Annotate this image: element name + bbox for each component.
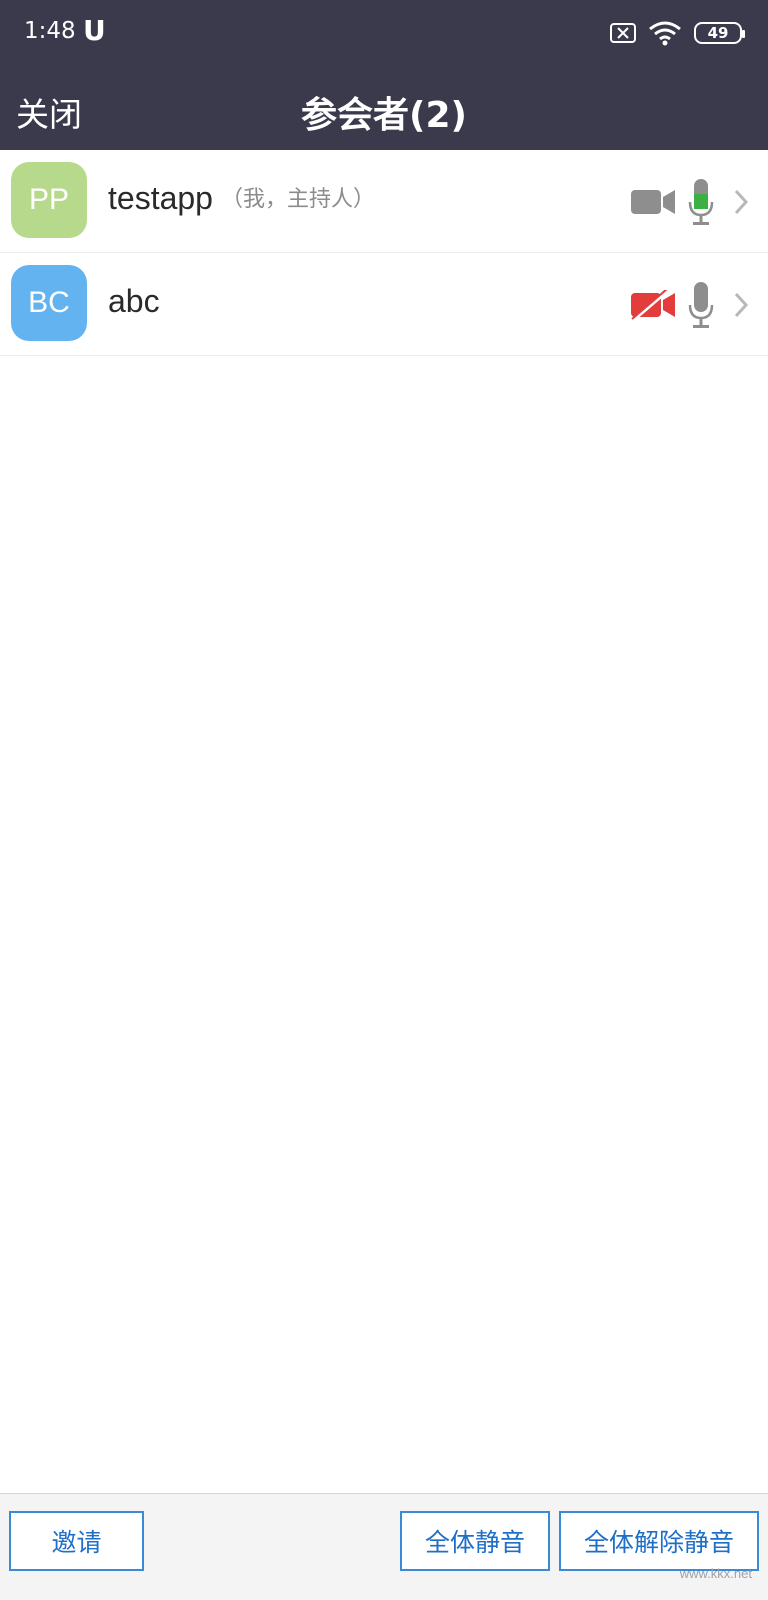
page-title: 参会者(2) [301, 95, 467, 136]
participant-status-icons [630, 178, 750, 226]
status-icons: 49 [610, 20, 745, 46]
avatar-initials: BC [28, 286, 70, 319]
participant-name: testapp （我，主持人） [108, 180, 375, 217]
wifi-icon [649, 21, 681, 46]
participant-role: （我，主持人） [220, 187, 375, 212]
participant-name-text: abc [108, 283, 160, 319]
microphone-icon[interactable] [688, 178, 714, 226]
status-time: 1:48 [24, 18, 76, 44]
avatar: BC [11, 265, 87, 341]
participant-status-icons [630, 281, 750, 329]
chevron-right-icon[interactable] [732, 188, 750, 216]
participant-name-text: testapp [108, 180, 213, 216]
avatar-initials: PP [28, 183, 70, 216]
video-camera-icon[interactable] [630, 187, 676, 217]
avatar: PP [11, 162, 87, 238]
battery-level: 49 [707, 24, 729, 42]
app-indicator-icon: U [83, 14, 106, 47]
video-camera-off-icon[interactable] [630, 290, 676, 320]
participant-name: abc [108, 283, 160, 320]
chevron-right-icon[interactable] [732, 291, 750, 319]
participant-list: PP testapp （我，主持人） BC abc [0, 150, 768, 356]
unmute-all-button[interactable]: 全体解除静音 [559, 1511, 759, 1571]
bottom-action-bar: 邀请 全体静音 全体解除静音 [0, 1493, 768, 1600]
participant-row-testapp[interactable]: PP testapp （我，主持人） [0, 150, 768, 253]
sim-x-icon [610, 23, 636, 43]
participant-row-abc[interactable]: BC abc [0, 253, 768, 356]
header-bar: 关闭 参会者(2) [0, 70, 768, 150]
watermark: www.kkx.net [679, 1566, 752, 1581]
status-bar: 1:48 U 49 [0, 0, 768, 70]
mute-all-button[interactable]: 全体静音 [400, 1511, 550, 1571]
invite-button[interactable]: 邀请 [9, 1511, 144, 1571]
battery-icon: 49 [694, 22, 745, 44]
microphone-icon[interactable] [688, 281, 714, 329]
